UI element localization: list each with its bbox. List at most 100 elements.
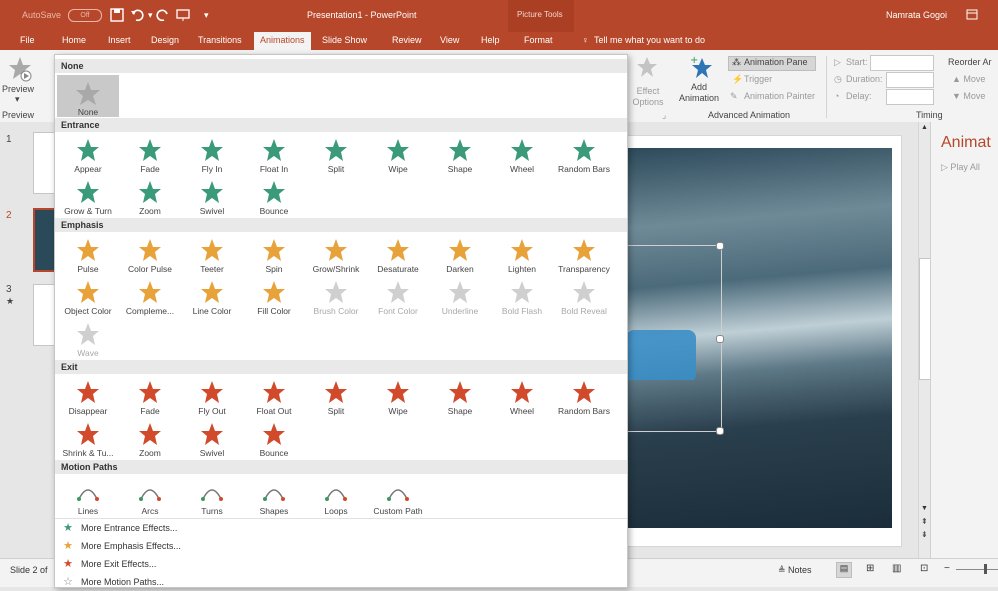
emphasis-effect-spin[interactable]: Spin (243, 233, 305, 275)
dialog-launcher-icon[interactable]: ⌟ (662, 110, 666, 121)
motion-effect-shapes[interactable]: Shapes (243, 475, 305, 517)
move-later-button[interactable]: ▼ Move (952, 91, 985, 101)
emphasis-effect-color-pulse[interactable]: Color Pulse (119, 233, 181, 275)
scroll-down-icon[interactable]: ▼ (921, 505, 928, 512)
entrance-effect-random-bars[interactable]: Random Bars (553, 133, 615, 175)
slideshow-start-icon[interactable] (176, 8, 190, 22)
customize-qat-icon[interactable]: ▾ (204, 10, 209, 21)
effect-options-label[interactable]: Effect Options (628, 86, 668, 108)
exit-effect-float-out[interactable]: Float Out (243, 375, 305, 417)
motion-effect-arcs[interactable]: Arcs (119, 475, 181, 517)
tab-format[interactable]: Format (524, 35, 553, 45)
tell-me-search[interactable]: Tell me what you want to do (594, 35, 705, 45)
motion-effect-lines[interactable]: Lines (57, 475, 119, 517)
preview-dropdown-icon[interactable]: ▾ (15, 94, 20, 105)
more-entrance-effects[interactable]: ★ More Entrance Effects... (61, 519, 177, 537)
autosave-toggle[interactable]: Off (68, 9, 102, 22)
redo-icon[interactable] (156, 8, 170, 22)
user-name[interactable]: Namrata Gogoi (886, 10, 947, 20)
tab-design[interactable]: Design (151, 35, 179, 45)
motion-effect-turns[interactable]: Turns (181, 475, 243, 517)
resize-handle[interactable] (716, 427, 724, 435)
exit-effect-fade[interactable]: Fade (119, 375, 181, 417)
emphasis-effect-desaturate[interactable]: Desaturate (367, 233, 429, 275)
emphasis-effect-brush-color[interactable]: Brush Color (305, 275, 367, 317)
undo-icon[interactable] (130, 8, 146, 22)
tab-insert[interactable]: Insert (108, 35, 131, 45)
add-animation-label[interactable]: Add Animation (676, 82, 722, 104)
effect-options-icon[interactable] (636, 56, 658, 78)
motion-effect-custom-path[interactable]: Custom Path (367, 475, 429, 517)
entrance-effect-fade[interactable]: Fade (119, 133, 181, 175)
slideshow-view-icon[interactable]: ⊡ (920, 563, 928, 574)
resize-handle[interactable] (716, 242, 724, 250)
slide-sorter-icon[interactable]: ⊞ (866, 563, 874, 574)
more-exit-effects[interactable]: ★ More Exit Effects... (61, 555, 156, 573)
trigger-button[interactable]: Trigger (744, 74, 772, 84)
tab-slide-show[interactable]: Slide Show (322, 35, 367, 45)
entrance-effect-zoom[interactable]: Zoom (119, 175, 181, 217)
duration-input[interactable] (886, 72, 934, 88)
previous-slide-icon[interactable]: ⇞ (921, 517, 928, 526)
exit-effect-swivel[interactable]: Swivel (181, 417, 243, 459)
exit-effect-split[interactable]: Split (305, 375, 367, 417)
play-all-button[interactable]: ▷ Play All (941, 162, 980, 173)
resize-handle[interactable] (716, 335, 724, 343)
animation-pane-button[interactable]: Animation Pane (744, 57, 808, 67)
entrance-effect-float-in[interactable]: Float In (243, 133, 305, 175)
zoom-out-icon[interactable]: − (944, 563, 950, 574)
emphasis-effect-darken[interactable]: Darken (429, 233, 491, 275)
zoom-slider-thumb[interactable] (984, 564, 987, 574)
zoom-slider[interactable] (956, 569, 998, 570)
exit-effect-fly-out[interactable]: Fly Out (181, 375, 243, 417)
tab-view[interactable]: View (440, 35, 459, 45)
exit-effect-wipe[interactable]: Wipe (367, 375, 429, 417)
emphasis-effect-bold-flash[interactable]: Bold Flash (491, 275, 553, 317)
emphasis-effect-underline[interactable]: Underline (429, 275, 491, 317)
tab-home[interactable]: Home (62, 35, 86, 45)
normal-view-icon[interactable]: ▤ (836, 562, 852, 578)
add-animation-icon[interactable]: + (688, 54, 714, 80)
emphasis-effect-fill-color[interactable]: Fill Color (243, 275, 305, 317)
exit-effect-wheel[interactable]: Wheel (491, 375, 553, 417)
next-slide-icon[interactable]: ⇟ (921, 530, 928, 539)
tab-transitions[interactable]: Transitions (198, 35, 242, 45)
more-motion-paths[interactable]: ☆ More Motion Paths... (61, 573, 164, 591)
entrance-effect-grow-turn[interactable]: Grow & Turn (57, 175, 119, 217)
animation-none[interactable]: None (57, 75, 119, 117)
tab-review[interactable]: Review (392, 35, 422, 45)
entrance-effect-split[interactable]: Split (305, 133, 367, 175)
exit-effect-disappear[interactable]: Disappear (57, 375, 119, 417)
undo-dropdown-icon[interactable]: ▾ (148, 10, 153, 21)
animation-painter-button[interactable]: Animation Painter (744, 91, 815, 101)
entrance-effect-swivel[interactable]: Swivel (181, 175, 243, 217)
emphasis-effect-compleme[interactable]: Compleme... (119, 275, 181, 317)
more-emphasis-effects[interactable]: ★ More Emphasis Effects... (61, 537, 181, 555)
emphasis-effect-font-color[interactable]: Font Color (367, 275, 429, 317)
entrance-effect-appear[interactable]: Appear (57, 133, 119, 175)
exit-effect-random-bars[interactable]: Random Bars (553, 375, 615, 417)
move-earlier-button[interactable]: ▲ Move (952, 74, 985, 84)
exit-effect-bounce[interactable]: Bounce (243, 417, 305, 459)
save-icon[interactable] (110, 8, 124, 22)
reading-view-icon[interactable]: ▥ (892, 563, 901, 574)
tab-help[interactable]: Help (481, 35, 500, 45)
emphasis-effect-line-color[interactable]: Line Color (181, 275, 243, 317)
exit-effect-shrink-tu[interactable]: Shrink & Tu... (57, 417, 119, 459)
tab-animations[interactable]: Animations (254, 32, 311, 50)
emphasis-effect-object-color[interactable]: Object Color (57, 275, 119, 317)
exit-effect-shape[interactable]: Shape (429, 375, 491, 417)
entrance-effect-shape[interactable]: Shape (429, 133, 491, 175)
entrance-effect-wheel[interactable]: Wheel (491, 133, 553, 175)
emphasis-effect-teeter[interactable]: Teeter (181, 233, 243, 275)
delay-input[interactable] (886, 89, 934, 105)
ribbon-display-options-icon[interactable] (966, 9, 978, 20)
entrance-effect-fly-in[interactable]: Fly In (181, 133, 243, 175)
entrance-effect-bounce[interactable]: Bounce (243, 175, 305, 217)
entrance-effect-wipe[interactable]: Wipe (367, 133, 429, 175)
preview-button-label[interactable]: Preview (2, 84, 34, 94)
emphasis-effect-grow-shrink[interactable]: Grow/Shrink (305, 233, 367, 275)
scroll-up-icon[interactable]: ▲ (921, 124, 928, 131)
emphasis-effect-wave[interactable]: Wave (57, 317, 119, 359)
start-select[interactable] (870, 55, 934, 71)
